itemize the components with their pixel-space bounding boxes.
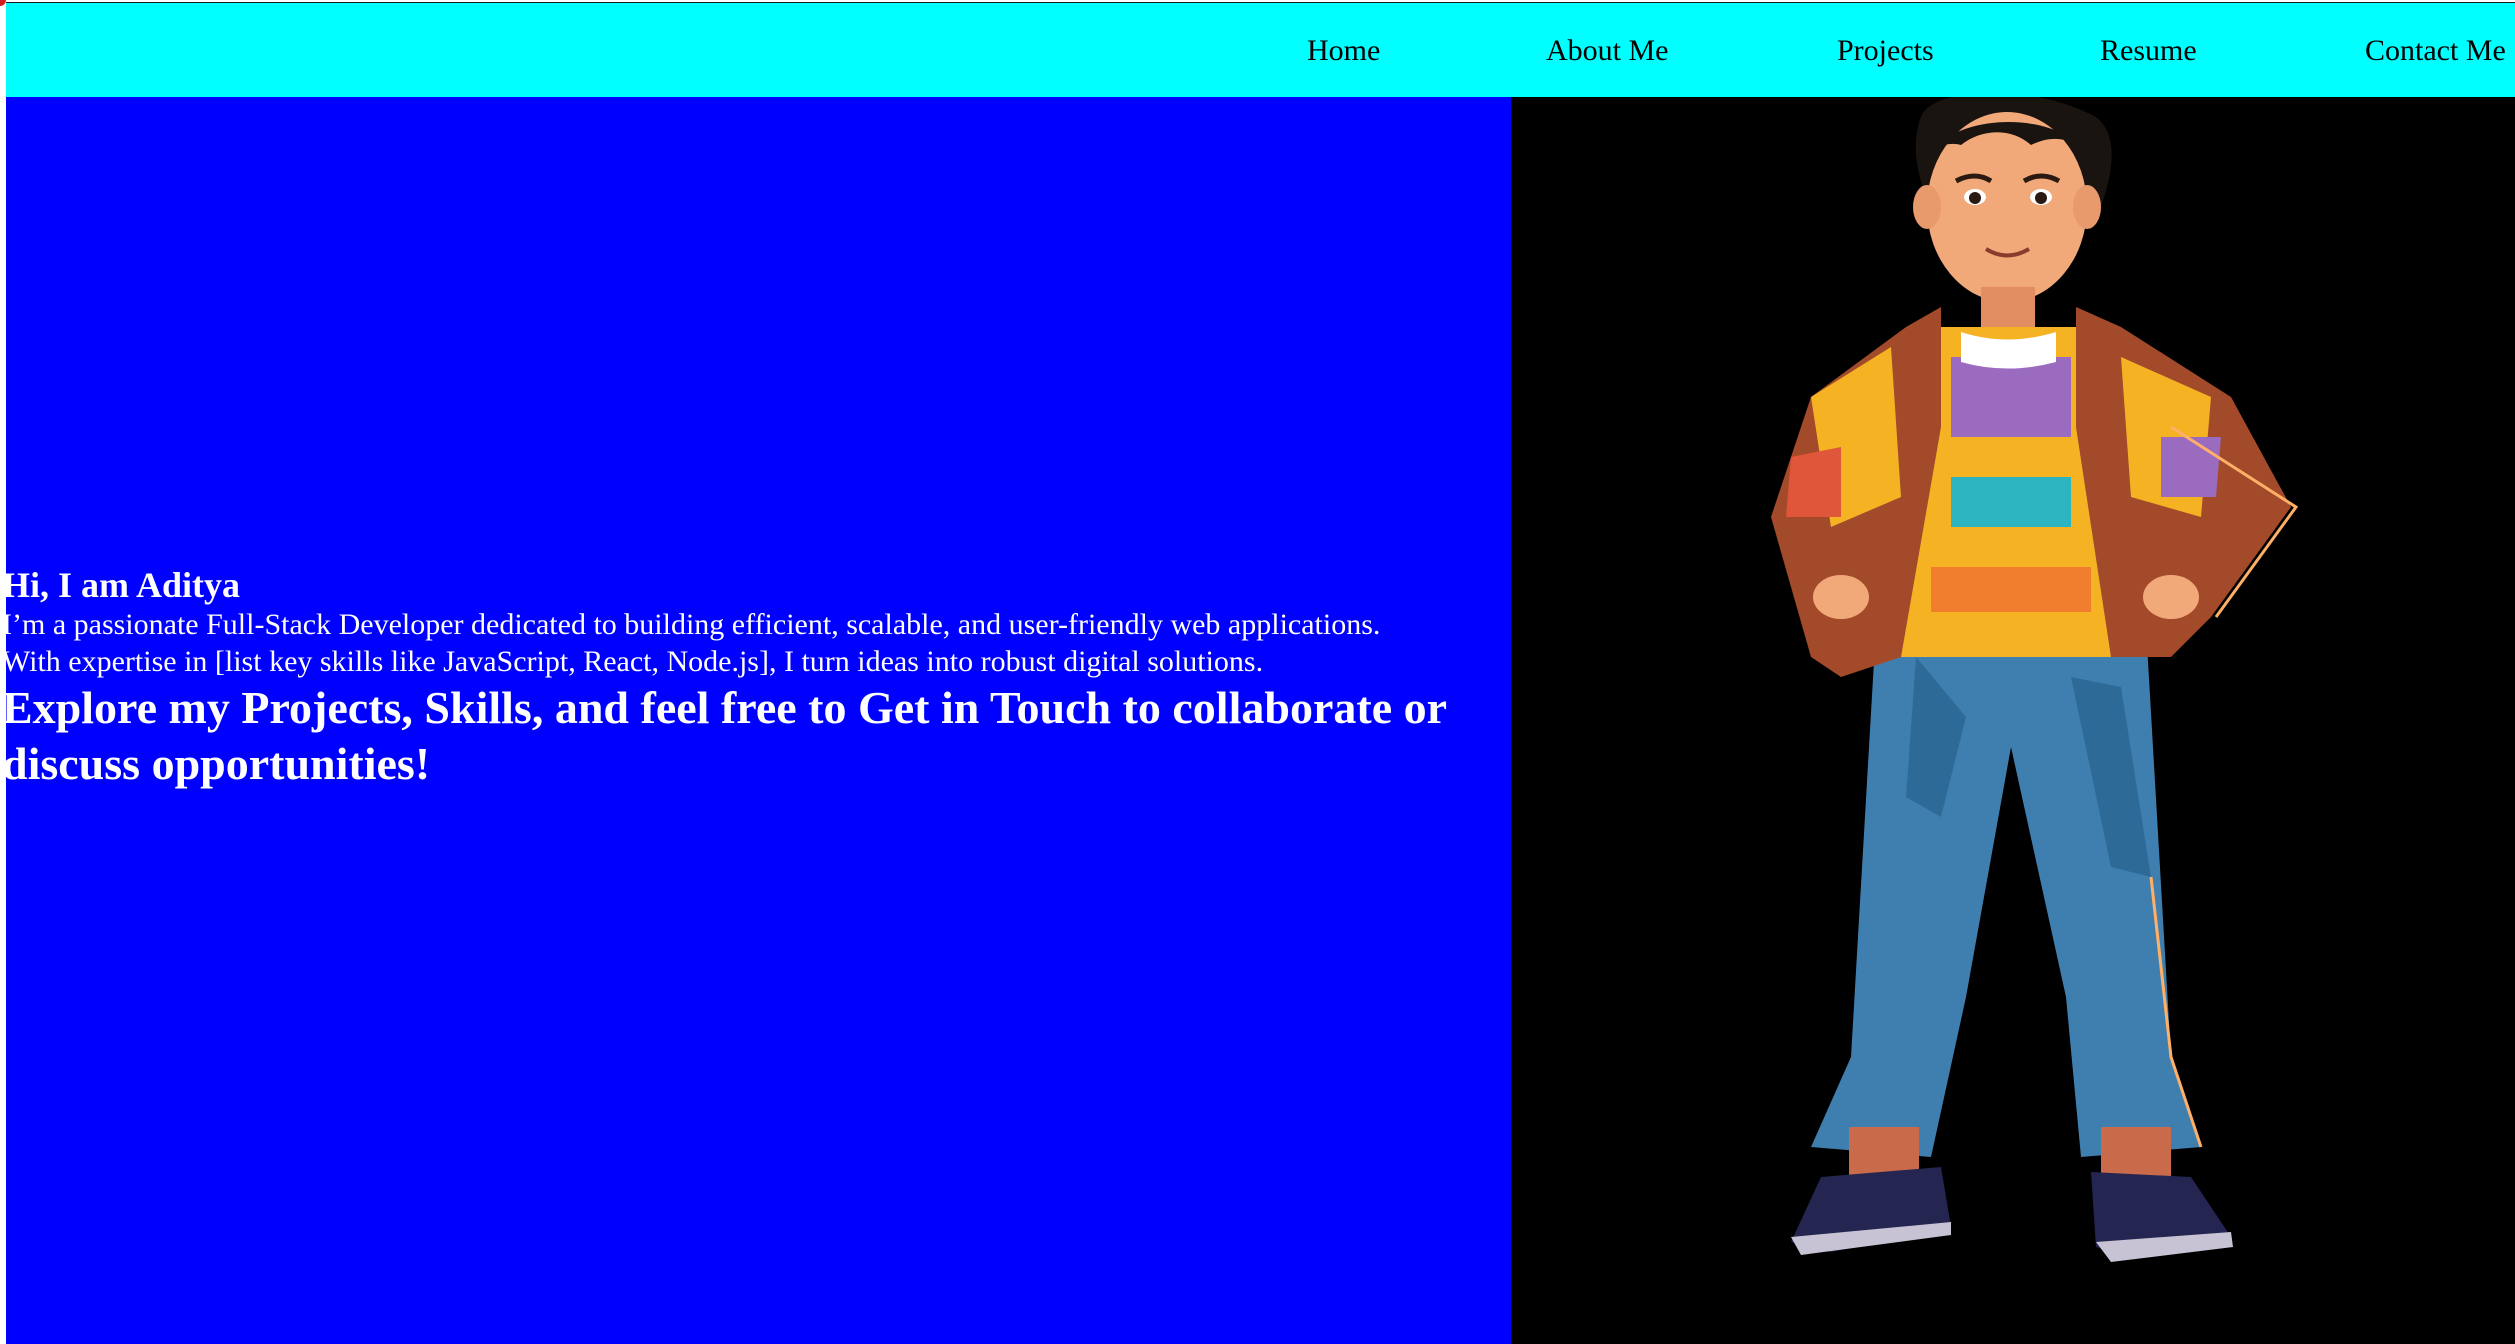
nav-link-contact-me[interactable]: Contact Me [2365,33,2506,69]
nav-link-projects[interactable]: Projects [1837,33,1934,69]
cartoon-developer-avatar-icon [1771,97,2299,1262]
portfolio-page: Home About Me Projects Resume Contact Me [0,0,2515,1344]
hero-text-block: Hi, I am Aditya I’m a passionate Full-St… [2,564,1511,792]
nav-link-home[interactable]: Home [1307,33,1380,69]
hero-greeting: Hi, I am Aditya [2,565,241,605]
nav-link-resume[interactable]: Resume [2100,33,2197,69]
nav-link-about-me[interactable]: About Me [1546,33,1669,69]
top-navbar: Home About Me Projects Resume Contact Me [6,2,2515,98]
hero-call-to-action: Explore my Projects, Skills, and feel fr… [2,682,1447,789]
hero-intro-line-2: With expertise in [list key skills like … [2,645,1264,678]
hero-image-panel [1511,97,2515,1344]
hero-intro-line-1: I’m a passionate Full-Stack Developer de… [2,608,1381,641]
